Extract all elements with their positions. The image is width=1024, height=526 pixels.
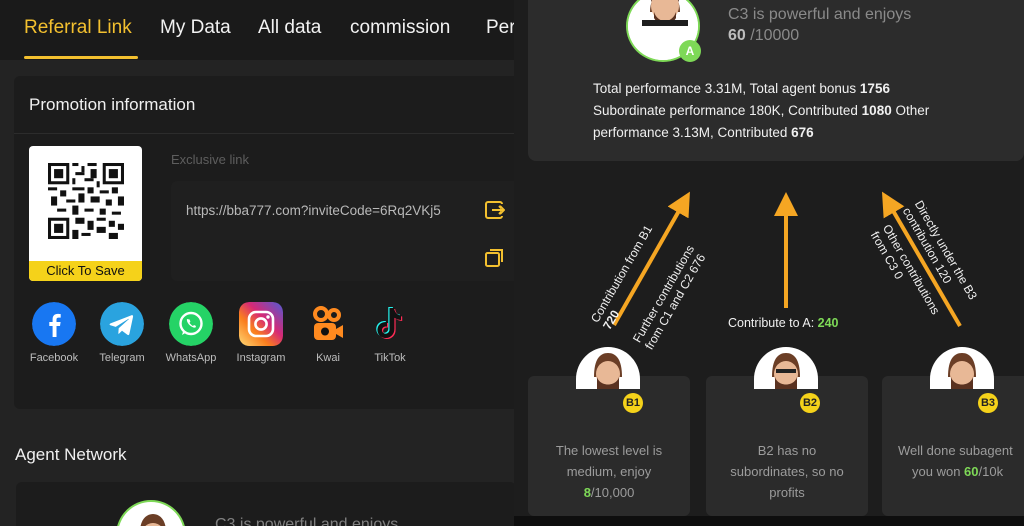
tab-referral-link[interactable]: Referral Link <box>24 17 132 39</box>
avatar <box>576 347 640 389</box>
agent-network-partial-text: C3 is powerful and enjoys <box>215 516 399 526</box>
perf-sub-contributed: 1080 <box>861 103 892 118</box>
tab-all-data[interactable]: All data <box>258 17 321 39</box>
b1-description: The lowest level is medium, enjoy 8/10,0… <box>528 440 690 503</box>
active-tab-indicator <box>24 56 138 59</box>
share-tiktok[interactable]: TikTok <box>354 302 426 364</box>
c3-total: /10000 <box>745 27 800 44</box>
badge-a: A <box>679 40 701 62</box>
kwai-icon <box>313 306 343 340</box>
b1-value: 8 <box>583 485 591 500</box>
whatsapp-label: WhatsApp <box>165 352 217 364</box>
share-instagram[interactable]: Instagram <box>225 302 297 364</box>
c3-value: 60 <box>728 27 746 44</box>
b2-line2: subordinates, so no <box>730 464 844 479</box>
exclusive-link-label: Exclusive link <box>171 152 250 167</box>
share-telegram[interactable]: Telegram <box>86 302 158 364</box>
c3-title: C3 is powerful and enjoys <box>728 6 912 23</box>
b3-line2: you won <box>912 464 965 479</box>
instagram-label: Instagram <box>236 352 286 364</box>
agent-network-title: Agent Network <box>15 445 127 464</box>
b3-value: 60 <box>964 464 979 479</box>
performance-summary: Total performance 3.31M, Total agent bon… <box>593 78 993 144</box>
whatsapp-icon <box>169 302 213 346</box>
contribute-to-a-value: 240 <box>817 316 839 330</box>
b3-line1: Well done subagent <box>898 443 1013 458</box>
perf-total-text: Total performance 3.31M, Total agent bon… <box>593 81 860 96</box>
telegram-label: Telegram <box>99 352 145 364</box>
copy-icon[interactable] <box>483 247 505 269</box>
tab-my-data[interactable]: My Data <box>160 17 231 39</box>
b3-description: Well done subagent you won 60/10k <box>882 440 1024 482</box>
share-out-icon[interactable] <box>483 199 505 221</box>
b2-line3: profits <box>769 485 805 500</box>
left-panel: Referral Link My Data All data commissio… <box>0 0 514 526</box>
bottom-strip <box>514 516 1024 526</box>
promotion-title: Promotion information <box>29 95 196 114</box>
b2-line1: B2 has no <box>757 443 817 458</box>
perf-sub-text: Subordinate performance 180K, Contribute… <box>593 103 862 118</box>
tab-bar: Referral Link My Data All data commissio… <box>0 0 514 60</box>
avatar <box>754 347 818 389</box>
tab-performance[interactable]: Per <box>486 17 514 39</box>
perf-other-contributed: 676 <box>791 125 814 140</box>
badge-b3: B3 <box>978 393 998 413</box>
tiktok-label: TikTok <box>374 352 406 364</box>
click-to-save-button[interactable]: Click To Save <box>29 261 142 281</box>
b3-total: /10k <box>978 464 1004 479</box>
telegram-icon <box>100 302 144 346</box>
qr-code-image <box>48 163 124 239</box>
referral-link-text[interactable]: https://bba777.com?inviteCode=6Rq2VKj5 <box>186 203 441 218</box>
promotion-header: Promotion information <box>14 76 514 134</box>
share-facebook[interactable]: Facebook <box>18 302 90 364</box>
b1-total: /10,000 <box>590 485 635 500</box>
b1-line2: medium, enjoy <box>566 464 652 479</box>
b1-line1: The lowest level is <box>555 443 663 458</box>
right-panel: A C3 is powerful and enjoys 60 /10000 To… <box>514 0 1024 526</box>
qr-code-card[interactable]: Click To Save <box>29 146 142 281</box>
exclusive-link-box: https://bba777.com?inviteCode=6Rq2VKj5 <box>171 181 514 281</box>
facebook-label: Facebook <box>29 352 79 364</box>
perf-total-bonus: 1756 <box>859 81 890 96</box>
b2-description: B2 has no subordinates, so no profits <box>706 440 868 503</box>
badge-b1: B1 <box>623 393 643 413</box>
badge-b2: B2 <box>800 393 820 413</box>
instagram-icon <box>239 302 283 346</box>
contribute-to-a-label: Contribute to A: 240 <box>728 316 839 330</box>
c3-progress: 60 /10000 <box>728 27 799 45</box>
tab-commission[interactable]: commission <box>350 17 450 39</box>
tiktok-icon <box>376 307 403 340</box>
contribute-to-a-text: Contribute to A: <box>728 316 818 330</box>
share-whatsapp[interactable]: WhatsApp <box>155 302 227 364</box>
promotion-card: Promotion information Click To Save Excl… <box>14 76 514 409</box>
avatar <box>930 347 994 389</box>
facebook-icon <box>32 302 76 346</box>
